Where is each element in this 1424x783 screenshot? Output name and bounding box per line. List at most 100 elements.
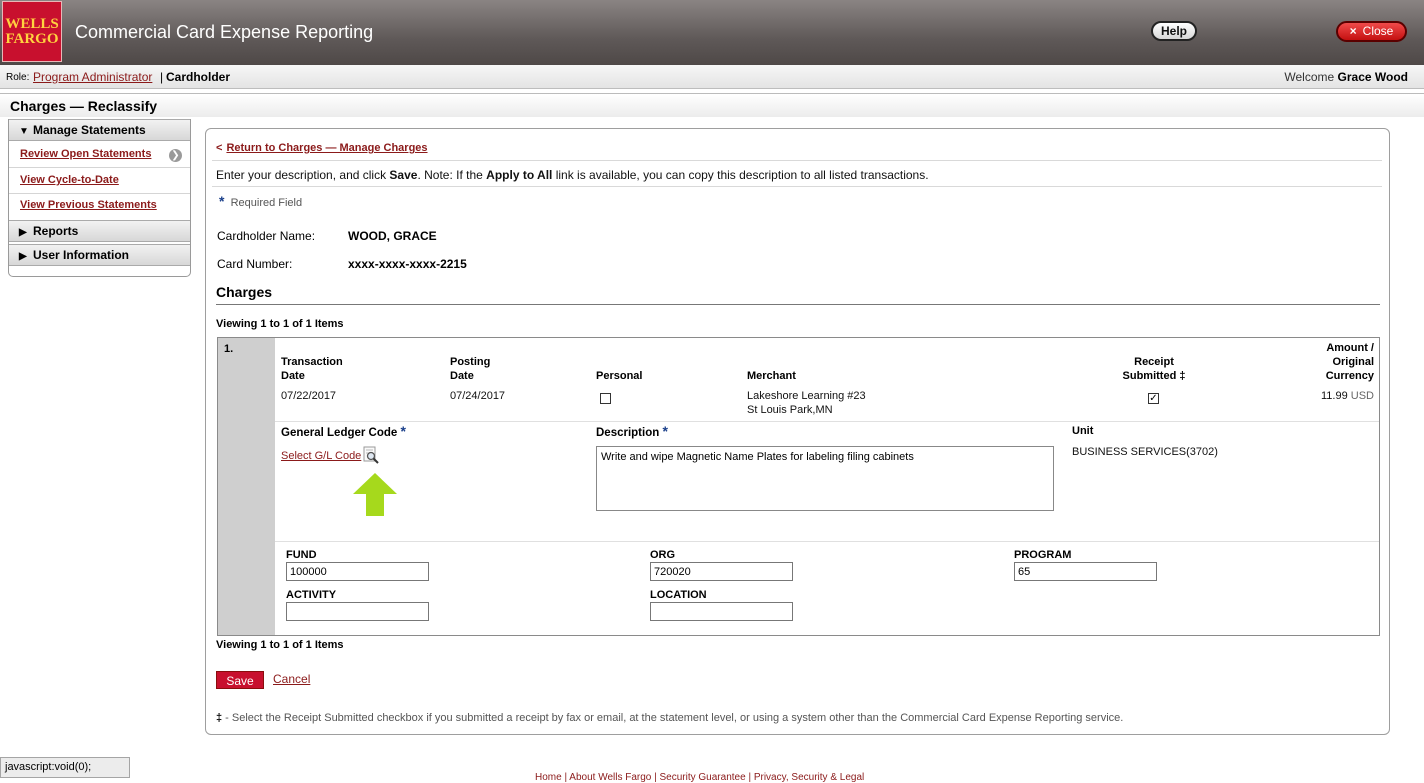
role-bar: Role: Program Administrator | Cardholder… bbox=[0, 65, 1424, 89]
org-input[interactable]: 720020 bbox=[650, 562, 793, 581]
header-text: Posting bbox=[450, 356, 491, 368]
green-up-arrow-icon bbox=[353, 473, 397, 516]
instructions-text: . Note: If the bbox=[417, 168, 487, 182]
cardholder-name-label: Cardholder Name: bbox=[217, 229, 316, 243]
required-star-icon: * bbox=[662, 423, 668, 439]
required-field-note: * Required Field bbox=[219, 193, 302, 209]
receipt-submitted-checkbox[interactable]: ✓ bbox=[1148, 393, 1159, 404]
posting-date: 07/24/2017 bbox=[450, 390, 506, 402]
description-label: Description * bbox=[596, 424, 668, 440]
instructions-text: link is available, you can copy this des… bbox=[552, 168, 929, 182]
cancel-link[interactable]: Cancel bbox=[273, 672, 310, 686]
close-label: Close bbox=[1362, 24, 1394, 38]
app-header: WELLS FARGO Commercial Card Expense Repo… bbox=[0, 0, 1424, 65]
activity-input[interactable] bbox=[286, 602, 429, 621]
sidebar-section-label: User Information bbox=[33, 248, 130, 262]
header-text: Original bbox=[1332, 356, 1374, 368]
amount: 11.99 bbox=[1320, 390, 1348, 402]
row-number-column: 1. bbox=[218, 338, 275, 635]
activity-label: ACTIVITY bbox=[286, 589, 337, 601]
divider bbox=[216, 304, 1380, 305]
program-label: PROGRAM bbox=[1014, 549, 1072, 561]
sidebar-divider bbox=[9, 193, 190, 194]
row-number: 1. bbox=[224, 343, 234, 355]
collapsed-icon: ▶ bbox=[19, 227, 27, 238]
sidebar-item-review-open-statements[interactable]: Review Open Statements bbox=[20, 148, 151, 160]
divider bbox=[212, 186, 1382, 187]
role-label: Role: bbox=[6, 72, 30, 83]
current-arrow-icon: ❯ bbox=[169, 149, 182, 162]
sidebar-section-user-information[interactable]: ▶ User Information bbox=[9, 244, 190, 266]
location-label: LOCATION bbox=[650, 589, 707, 601]
page-title: Charges — Reclassify bbox=[10, 98, 158, 114]
header-personal: Personal bbox=[596, 370, 643, 382]
header-receipt-submitted: Receipt Submitted ‡ bbox=[1121, 355, 1187, 383]
sidebar-divider bbox=[9, 167, 190, 168]
role-current: Cardholder bbox=[166, 70, 231, 84]
divider bbox=[275, 421, 1379, 422]
sidebar-item-view-cycle-to-date[interactable]: View Cycle-to-Date bbox=[20, 174, 119, 186]
description-label-text: Description bbox=[596, 427, 660, 439]
card-number-value: xxxx-xxxx-xxxx-2215 bbox=[348, 257, 467, 271]
wells-fargo-logo: WELLS FARGO bbox=[2, 1, 62, 62]
header-text: Receipt bbox=[1134, 356, 1174, 368]
role-program-administrator-link[interactable]: Program Administrator bbox=[33, 70, 152, 84]
return-to-charges-link[interactable]: Return to Charges — Manage Charges bbox=[226, 142, 427, 154]
close-icon: × bbox=[1349, 24, 1357, 38]
help-button[interactable]: Help bbox=[1151, 21, 1197, 41]
instructions: Enter your description, and click Save. … bbox=[216, 168, 929, 182]
transaction-date: 07/22/2017 bbox=[281, 390, 337, 402]
header-text: Submitted ‡ bbox=[1122, 370, 1186, 382]
charges-heading: Charges bbox=[216, 284, 273, 300]
divider bbox=[212, 160, 1382, 161]
required-label: Required Field bbox=[230, 197, 303, 209]
save-button[interactable]: Save bbox=[216, 671, 264, 689]
footer-links[interactable]: Home | About Wells Fargo | Security Guar… bbox=[535, 772, 864, 783]
return-link-row: < Return to Charges — Manage Charges bbox=[216, 142, 428, 154]
fund-input[interactable]: 100000 bbox=[286, 562, 429, 581]
header-text: Currency bbox=[1325, 370, 1374, 382]
welcome-message: Welcome Grace Wood bbox=[1284, 70, 1408, 84]
close-button[interactable]: × Close bbox=[1336, 21, 1407, 42]
gl-code-label: General Ledger Code * bbox=[281, 424, 406, 440]
viewing-count-top: Viewing 1 to 1 of 1 Items bbox=[216, 318, 344, 330]
merchant-name: Lakeshore Learning #23 bbox=[747, 390, 866, 402]
page-title-bar: Charges — Reclassify bbox=[0, 93, 1424, 117]
sidebar-section-manage-statements[interactable]: ▼ Manage Statements bbox=[9, 119, 190, 141]
select-gl-code-link[interactable]: Select G/L Code bbox=[281, 449, 361, 463]
gl-label-text: General Ledger Code bbox=[281, 427, 398, 439]
header-text: Date bbox=[281, 370, 305, 382]
return-arrow: < bbox=[216, 142, 223, 154]
app-title: Commercial Card Expense Reporting bbox=[75, 22, 374, 42]
sidebar-section-label: Reports bbox=[33, 224, 79, 238]
header-text: Date bbox=[450, 370, 474, 382]
viewing-count-bottom: Viewing 1 to 1 of 1 Items bbox=[216, 639, 344, 651]
required-star-icon: * bbox=[400, 423, 406, 439]
instructions-save: Save bbox=[389, 168, 418, 182]
description-textarea[interactable]: Write and wipe Magnetic Name Plates for … bbox=[596, 446, 1054, 511]
magnifier-search-icon[interactable] bbox=[362, 446, 380, 464]
expanded-icon: ▼ bbox=[19, 126, 29, 137]
footnote-text: - Select the Receipt Submitted checkbox … bbox=[222, 712, 1124, 724]
main-panel: < Return to Charges — Manage Charges Ente… bbox=[205, 128, 1390, 735]
welcome-prefix: Welcome bbox=[1284, 70, 1335, 84]
card-number-label: Card Number: bbox=[217, 257, 293, 271]
unit-value: BUSINESS SERVICES(3702) bbox=[1072, 446, 1218, 458]
logo-line1: WELLS bbox=[5, 15, 59, 32]
header-text: Transaction bbox=[281, 356, 343, 368]
user-name: Grace Wood bbox=[1337, 70, 1408, 84]
personal-checkbox[interactable] bbox=[600, 393, 611, 404]
role-separator: | bbox=[160, 70, 164, 84]
sidebar-section-reports[interactable]: ▶ Reports bbox=[9, 220, 190, 242]
instructions-text: Enter your description, and click bbox=[216, 168, 390, 182]
location-input[interactable] bbox=[650, 602, 793, 621]
merchant-location: St Louis Park,MN bbox=[747, 404, 833, 416]
header-text: Amount / bbox=[1326, 342, 1374, 354]
header-merchant: Merchant bbox=[747, 370, 796, 382]
unit-label: Unit bbox=[1072, 425, 1094, 437]
sidebar-item-view-previous-statements[interactable]: View Previous Statements bbox=[20, 199, 157, 211]
program-input[interactable]: 65 bbox=[1014, 562, 1157, 581]
divider bbox=[275, 541, 1379, 542]
merchant-info: Lakeshore Learning #23 St Louis Park,MN bbox=[747, 389, 866, 417]
amount-value: 11.99 USD bbox=[1308, 389, 1374, 403]
